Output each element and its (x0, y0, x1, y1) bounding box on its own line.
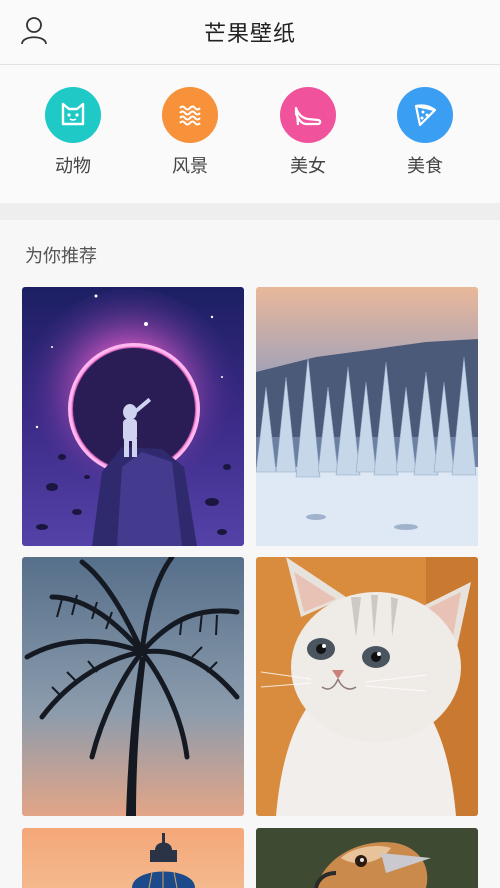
section-divider (0, 203, 500, 220)
wallpaper-card-bird[interactable] (256, 828, 478, 888)
wallpaper-card-palm[interactable] (22, 557, 244, 816)
category-label: 风景 (172, 156, 208, 177)
category-bar: 动物 风景 美女 美食 (0, 65, 500, 203)
wallpaper-card-kitten[interactable] (256, 557, 478, 816)
wallpaper-card-dome[interactable] (22, 828, 244, 888)
category-label: 美食 (407, 156, 443, 177)
wallpaper-card-snow-forest[interactable] (256, 287, 478, 546)
section-title: 为你推荐 (25, 246, 97, 267)
cat-face-icon (45, 87, 101, 143)
pizza-slice-icon (397, 87, 453, 143)
high-heel-icon (280, 87, 336, 143)
wallpaper-card-astronaut[interactable] (22, 287, 244, 546)
category-beauty[interactable]: 美女 (268, 87, 348, 178)
app-title: 芒果壁纸 (203, 22, 296, 47)
category-scenery[interactable]: 风景 (150, 87, 230, 178)
top-bar: 芒果壁纸 (0, 0, 500, 65)
category-label: 动物 (55, 156, 91, 177)
category-animals[interactable]: 动物 (33, 87, 113, 178)
category-food[interactable]: 美食 (385, 87, 465, 178)
waves-icon (162, 87, 218, 143)
category-label: 美女 (290, 156, 326, 177)
